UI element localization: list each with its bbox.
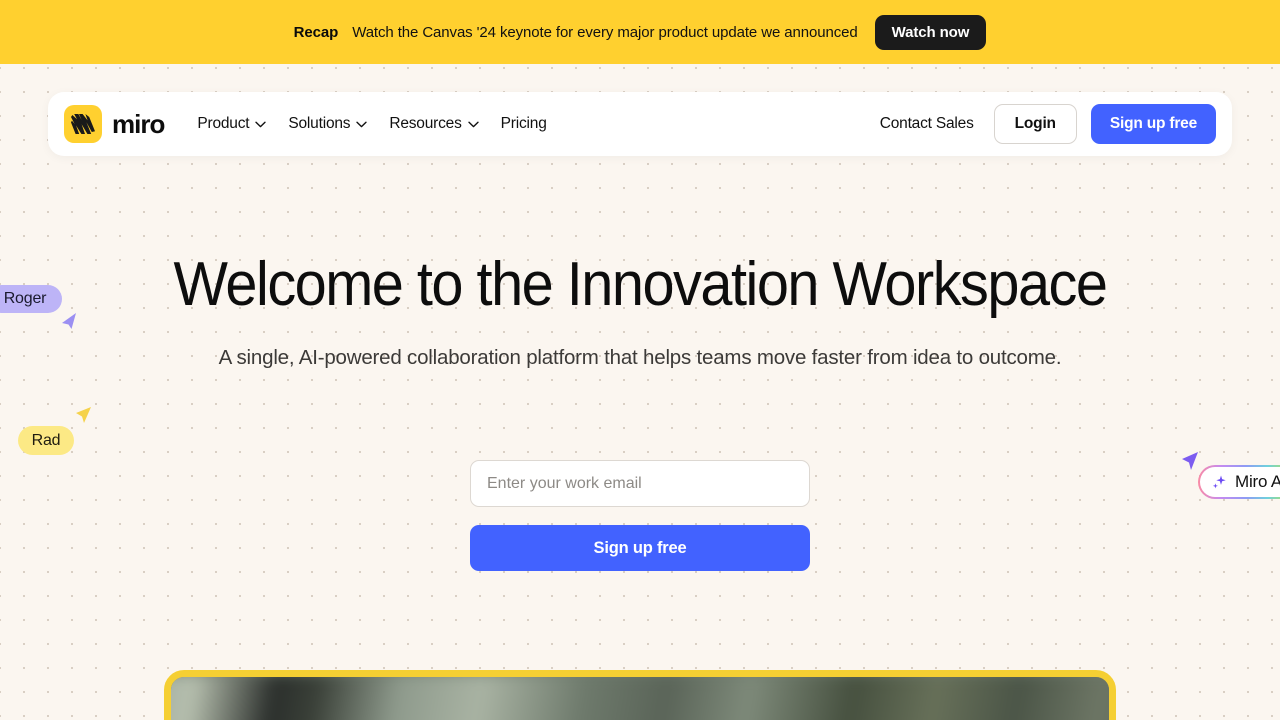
promo-banner-label: Recap <box>293 23 339 41</box>
nav-item-resources-label: Resources <box>389 115 462 132</box>
sparkle-icon <box>1212 475 1226 488</box>
hero-section: Welcome to the Innovation Workspace A si… <box>0 250 1280 373</box>
nav-item-solutions-label: Solutions <box>288 115 351 132</box>
work-email-input[interactable] <box>470 460 810 507</box>
nav-item-pricing-label: Pricing <box>500 115 547 132</box>
cursor-arrow-icon <box>76 407 91 423</box>
hero-video-thumbnail <box>171 677 1109 720</box>
chevron-down-icon <box>356 121 368 127</box>
miro-ai-badge[interactable]: Miro AI <box>1198 465 1280 499</box>
nav-item-solutions[interactable]: Solutions <box>277 107 378 141</box>
miro-logo-icon <box>64 105 102 143</box>
promo-banner-message: Watch the Canvas '24 keynote for every m… <box>352 23 858 41</box>
miro-logo[interactable]: miro <box>64 105 165 143</box>
signup-form: Sign up free <box>470 460 810 571</box>
nav-item-resources[interactable]: Resources <box>378 107 489 141</box>
chevron-down-icon <box>255 121 267 127</box>
nav-signup-button[interactable]: Sign up free <box>1090 104 1216 144</box>
chevron-down-icon <box>467 121 479 127</box>
contact-sales-link[interactable]: Contact Sales <box>874 107 980 141</box>
cursor-arrow-icon <box>62 313 76 329</box>
watch-now-button[interactable]: Watch now <box>874 14 987 50</box>
miro-ai-badge-label: Miro AI <box>1235 472 1280 491</box>
nav-links: Product Solutions Resources Pricing <box>186 107 557 141</box>
nav-item-pricing[interactable]: Pricing <box>490 107 558 141</box>
nav-item-product-label: Product <box>197 115 250 132</box>
page-canvas: Recap Watch the Canvas '24 keynote for e… <box>0 0 1280 720</box>
nav-item-product[interactable]: Product <box>186 107 277 141</box>
hero-video-player[interactable] <box>164 670 1116 720</box>
hero-signup-button[interactable]: Sign up free <box>470 525 810 571</box>
main-navigation: miro Product Solutions Resources Pricing… <box>48 92 1232 156</box>
collaborator-pill-rad: Rad <box>18 426 74 455</box>
cursor-arrow-icon <box>1182 452 1198 470</box>
page-title: Welcome to the Innovation Workspace <box>173 250 1108 319</box>
hero-subtitle: A single, AI-powered collaboration platf… <box>218 345 1062 369</box>
login-button[interactable]: Login <box>993 104 1077 144</box>
nav-actions: Contact Sales Login Sign up free <box>874 104 1216 144</box>
collaborator-pill-roger: Roger <box>0 285 62 313</box>
miro-logo-text: miro <box>112 108 165 139</box>
promo-banner: Recap Watch the Canvas '24 keynote for e… <box>0 0 1280 64</box>
